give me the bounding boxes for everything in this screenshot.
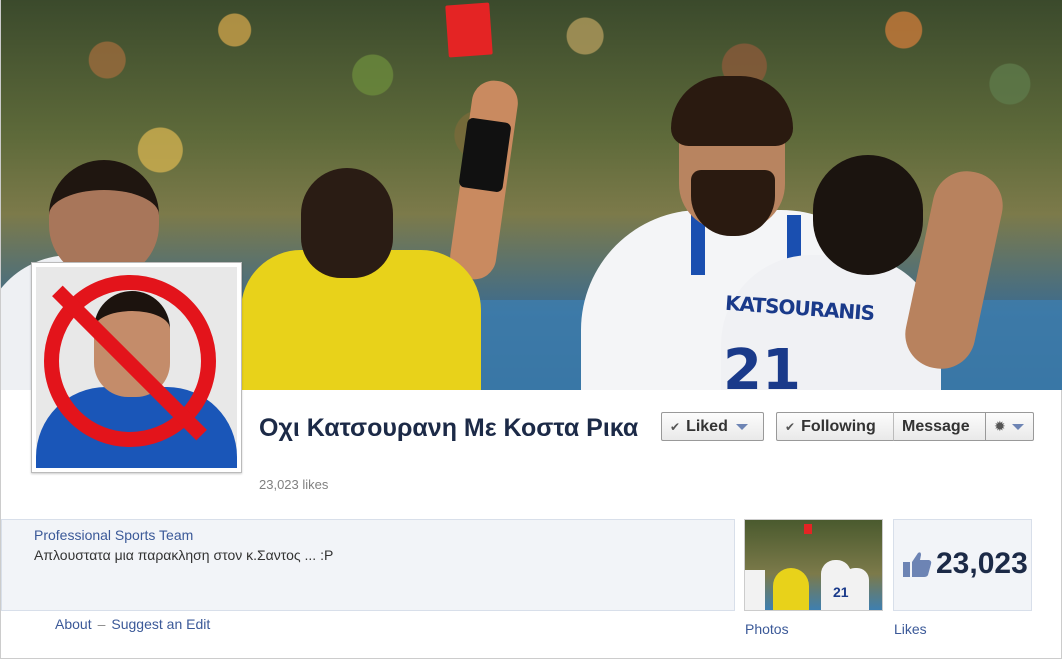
about-links: About – Suggest an Edit: [55, 616, 210, 632]
likes-label[interactable]: Likes: [894, 621, 927, 637]
page-title: Οχι Κατσουρανη Με Κοστα Ρικα: [259, 414, 639, 442]
chevron-down-icon: [735, 423, 748, 430]
photos-label[interactable]: Photos: [745, 621, 789, 637]
photos-thumb-number: 21: [833, 584, 849, 600]
gear-icon: ✹: [994, 418, 1006, 434]
following-label: Following: [801, 418, 876, 435]
photos-thumbnail[interactable]: 21: [744, 519, 883, 611]
jersey-number: 21: [723, 338, 801, 390]
photos-thumb-player-left: [745, 570, 765, 610]
page-category[interactable]: Professional Sports Team: [34, 527, 193, 543]
settings-dropdown-button[interactable]: ✹: [985, 412, 1034, 441]
checkmark-icon: ✔: [785, 420, 796, 434]
cover-referee-head: [301, 168, 393, 278]
likes-count: 23,023 likes: [259, 477, 329, 492]
liked-label: Liked: [686, 418, 728, 435]
page-container: KATSOURANIS 21 Οχι Κατσουρανη Με Κοστα Ρ…: [0, 0, 1062, 659]
profile-picture-image: [36, 267, 237, 468]
message-button[interactable]: Message: [893, 412, 986, 441]
link-separator: –: [97, 616, 106, 632]
likes-total[interactable]: 23,023: [936, 547, 1028, 581]
about-link[interactable]: About: [55, 616, 92, 632]
page-description: Απλουστατα μια παρακληση στον κ.Σαντος .…: [34, 547, 334, 563]
photos-thumb-red-card: [804, 524, 812, 534]
cover-player-right-head: [813, 155, 923, 275]
red-card: [445, 2, 493, 58]
message-label: Message: [902, 418, 970, 435]
thumbs-up-icon: [903, 552, 932, 577]
photos-thumb-referee: [773, 568, 809, 610]
suggest-edit-link[interactable]: Suggest an Edit: [111, 616, 210, 632]
checkmark-icon: ✔: [670, 420, 681, 434]
liked-button[interactable]: ✔ Liked: [661, 412, 764, 441]
chevron-down-icon: [1011, 423, 1024, 430]
following-button[interactable]: ✔ Following: [776, 412, 894, 441]
profile-picture[interactable]: [31, 262, 242, 473]
